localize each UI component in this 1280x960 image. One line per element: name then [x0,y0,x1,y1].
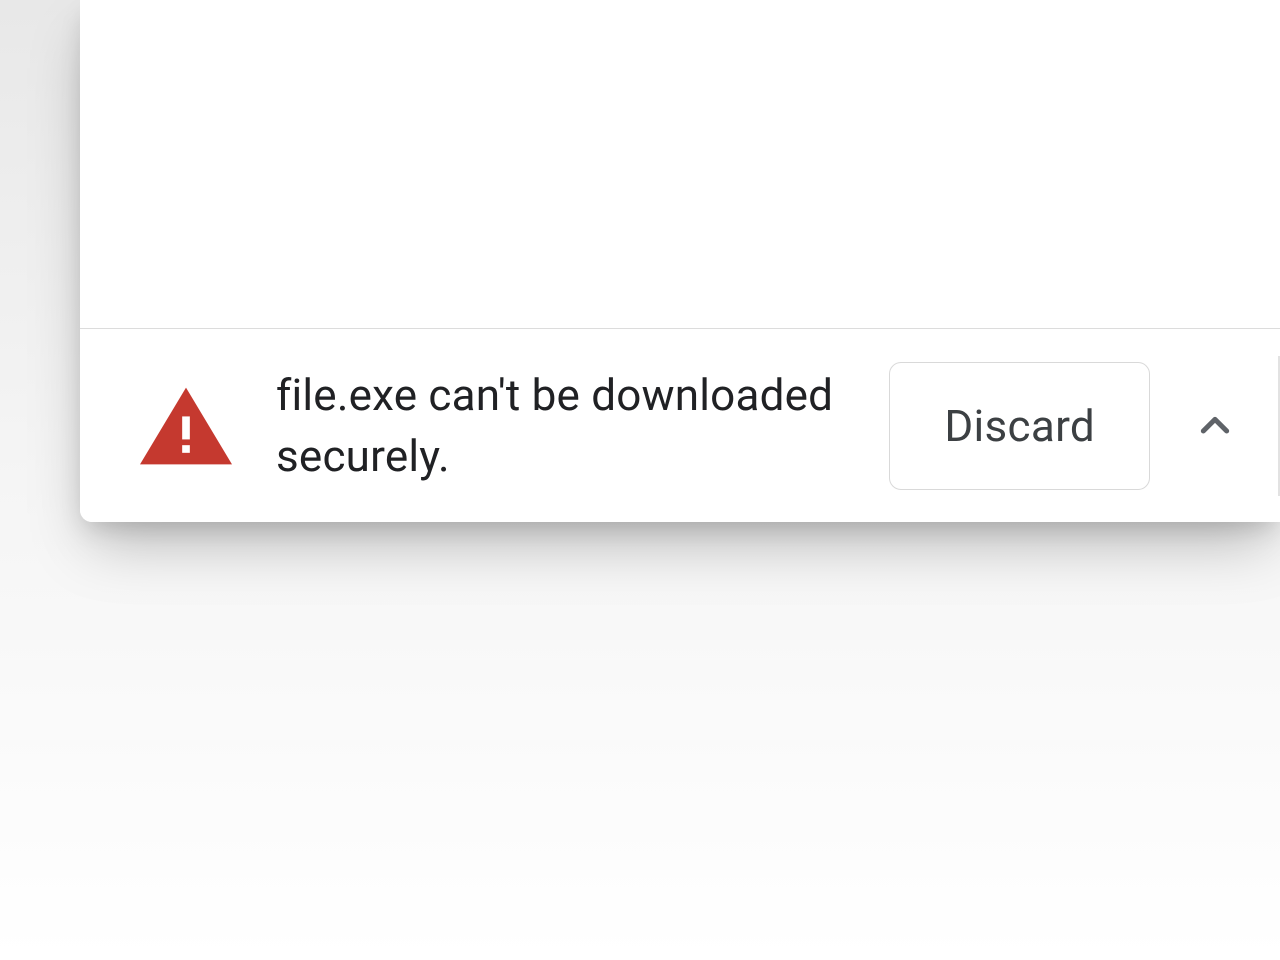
warning-icon [140,386,232,466]
page-content-area [80,0,1280,328]
download-options-menu-button[interactable] [1160,362,1270,490]
browser-window-fragment: file.exe can't be downloaded securely. D… [80,0,1280,522]
download-warning-message: file.exe can't be downloaded securely. [232,365,889,486]
download-shelf: file.exe can't be downloaded securely. D… [80,328,1280,522]
warning-triangle-icon [140,386,232,466]
chevron-up-icon [1195,406,1235,446]
discard-button[interactable]: Discard [889,362,1150,490]
